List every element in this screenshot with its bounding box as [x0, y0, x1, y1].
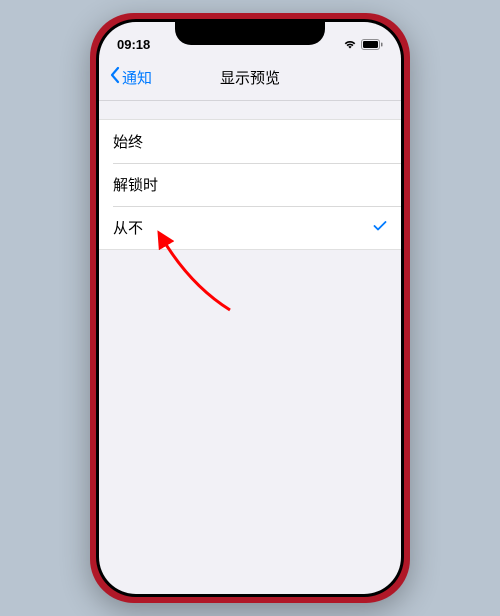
checkmark-icon	[373, 219, 387, 236]
notch	[175, 19, 325, 45]
option-always[interactable]: 始终	[99, 120, 401, 163]
back-label: 通知	[122, 67, 152, 88]
wifi-icon	[343, 39, 357, 49]
screen: 09:18	[99, 22, 401, 594]
option-when-unlocked[interactable]: 解锁时	[99, 163, 401, 206]
option-label: 从不	[113, 217, 143, 238]
option-label: 始终	[113, 131, 143, 152]
chevron-left-icon	[109, 66, 120, 88]
phone-bezel: 09:18	[96, 19, 404, 597]
phone-frame: 09:18	[90, 13, 410, 603]
status-time: 09:18	[117, 37, 177, 52]
content-area: 始终 解锁时 从不	[99, 119, 401, 250]
options-list: 始终 解锁时 从不	[99, 119, 401, 250]
option-label: 解锁时	[113, 174, 158, 195]
nav-bar: 通知 显示预览	[99, 58, 401, 101]
option-never[interactable]: 从不	[99, 206, 401, 249]
status-indicators	[323, 39, 383, 50]
battery-icon	[361, 39, 383, 50]
back-button[interactable]: 通知	[109, 66, 152, 88]
